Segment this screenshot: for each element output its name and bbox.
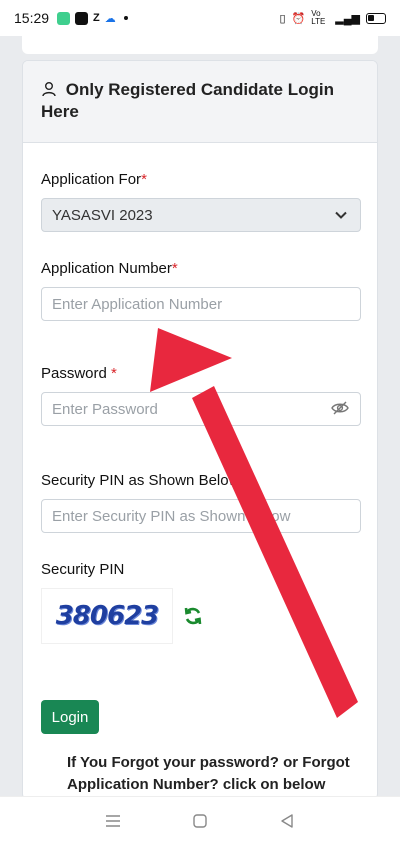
chevron-down-icon	[335, 211, 347, 219]
previous-card-edge	[22, 36, 378, 54]
captcha-row: 380623	[41, 588, 359, 644]
required-mark: *	[141, 171, 147, 188]
application-number-label: Application Number*	[41, 260, 178, 277]
login-form: Application For* YASASVI 2023 Applicatio…	[23, 171, 377, 796]
application-number-input[interactable]	[41, 287, 361, 321]
required-mark: *	[171, 260, 178, 277]
battery-icon	[366, 12, 386, 24]
login-button[interactable]: Login	[41, 700, 99, 734]
status-bar: 15:29 Z ☁ ▯ ⏰ Vo LTE ▂▄▆	[0, 0, 400, 36]
volte-label: Vo LTE	[311, 9, 326, 26]
signal-icon: ▂▄▆	[335, 12, 360, 25]
forgot-password-text: If You Forgot your password? or Forgot A…	[67, 754, 350, 793]
login-card-header: Only Registered Candidate Login Here	[23, 61, 377, 143]
menu-icon[interactable]	[105, 814, 121, 828]
password-field-wrap	[41, 382, 361, 426]
status-app-icons: Z ☁	[57, 11, 128, 25]
security-pin-input[interactable]	[41, 499, 361, 533]
youtube-icon	[75, 11, 89, 25]
application-for-select[interactable]: YASASVI 2023	[41, 198, 361, 232]
cloud-icon: ☁	[104, 12, 116, 25]
back-icon[interactable]	[279, 813, 295, 829]
zomato-icon: Z	[93, 12, 100, 24]
alarm-icon: ⏰	[291, 12, 306, 25]
whatsapp-icon	[57, 11, 71, 25]
android-nav-bar	[0, 796, 400, 844]
application-for-selected: YASASVI 2023	[52, 206, 153, 224]
user-icon	[42, 82, 56, 97]
captcha-image: 380623	[41, 588, 173, 644]
security-pin-label: Security PIN	[41, 561, 125, 578]
status-right-icons: ▯ ⏰ Vo LTE ▂▄▆	[280, 10, 386, 26]
password-label: Password *	[41, 365, 117, 382]
refresh-icon[interactable]	[183, 606, 203, 626]
login-card: Only Registered Candidate Login Here App…	[22, 60, 378, 800]
application-for-label: Application For*	[41, 171, 147, 188]
notification-dot-icon	[123, 16, 128, 20]
required-mark: *	[111, 365, 117, 382]
password-input[interactable]	[41, 392, 361, 426]
vibrate-icon: ▯	[279, 12, 286, 25]
login-card-title: Only Registered Candidate Login Here	[41, 80, 334, 121]
security-pin-input-label: Security PIN as Shown Below	[41, 472, 240, 489]
eye-slash-icon[interactable]	[331, 401, 349, 415]
status-time: 15:29	[14, 10, 50, 26]
home-icon[interactable]	[192, 813, 208, 829]
captcha-text: 380623	[55, 601, 160, 631]
